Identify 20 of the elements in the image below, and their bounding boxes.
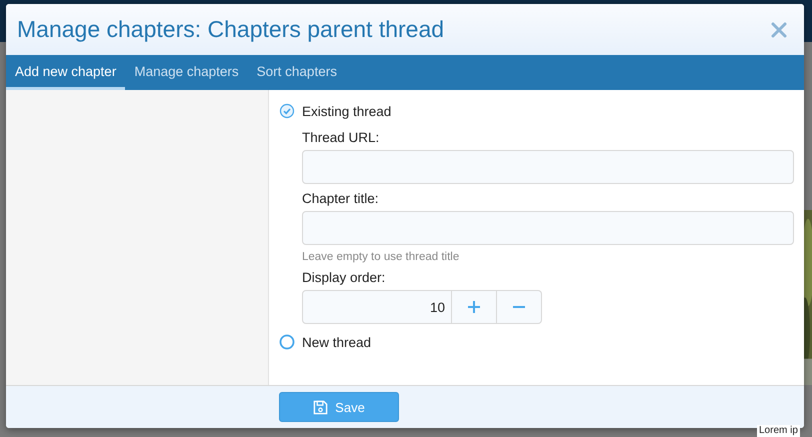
input-field[interactable] [302,211,794,245]
dialog-title: Manage chapters: Chapters parent thread [17,16,444,43]
field-label: Thread URL: [302,130,380,145]
increment-button[interactable] [452,290,497,324]
checked-radio-icon[interactable] [279,103,295,119]
background-text: Lorem ip [757,425,800,437]
field-label: Chapter title: [302,191,380,206]
decrement-button[interactable] [497,290,542,324]
radio-label[interactable]: New thread [302,334,372,350]
save-button[interactable]: Save [279,392,399,422]
input-field[interactable] [302,150,794,184]
tab[interactable]: Sort chapters [248,55,346,90]
radio-label[interactable]: Existing thread [302,104,392,118]
radio-icon[interactable] [279,334,295,350]
tab[interactable]: Manage chapters [125,55,248,90]
field-hint: Leave empty to use thread title [302,251,460,263]
close-icon[interactable] [771,22,787,38]
number-field[interactable]: 10 [302,290,452,324]
plus-icon [468,301,480,313]
field-label: Display order: [302,270,386,285]
